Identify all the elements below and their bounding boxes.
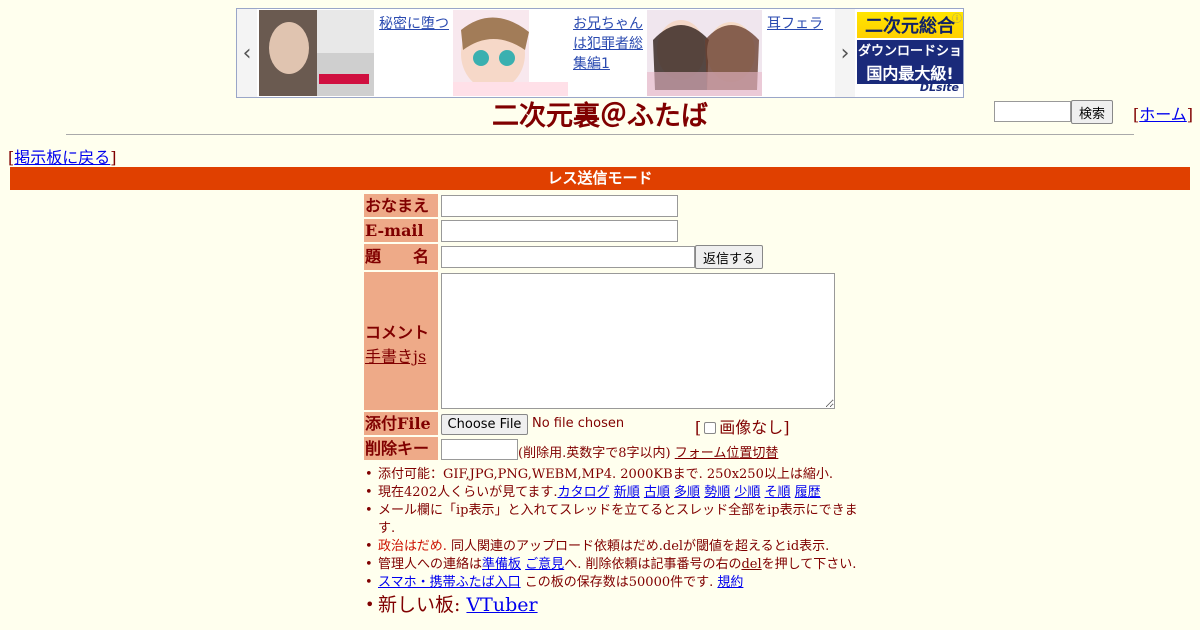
name-label: おなまえ — [364, 194, 438, 217]
file-label: 添付File — [364, 412, 438, 435]
search-input[interactable] — [994, 101, 1071, 122]
no-image-option: [画像なし] — [695, 418, 790, 437]
ad-item-title[interactable]: 耳フェラ — [767, 14, 839, 34]
politics-warning: 政治はだめ. — [378, 539, 447, 554]
del-link[interactable]: del — [741, 557, 761, 572]
logo-brand: DLsite — [919, 81, 959, 94]
reply-mode-bar: レス送信モード — [10, 167, 1190, 190]
sort-few-link[interactable]: 少順 — [734, 485, 760, 500]
logo-line-1: 二次元総合 — [857, 12, 963, 38]
comment-label-cell: コメント 手書きjs — [364, 272, 438, 410]
ad-banner[interactable]: ‹ 秘密に堕つ お兄ちゃんは犯罪者総集編1 耳フェラ › 二次元総合 ダウンロー… — [236, 8, 964, 98]
choose-file-button[interactable]: Choose File — [441, 414, 528, 435]
vtuber-board-link[interactable]: VTuber — [466, 594, 537, 616]
list-item: 新しい板: VTuber — [365, 592, 864, 618]
subject-field[interactable] — [441, 246, 695, 268]
back-link-wrapper: [掲示板に戻る] — [8, 148, 117, 167]
no-image-label: 画像なし — [719, 418, 784, 437]
feedback-link[interactable]: ご意見 — [525, 557, 564, 572]
back-to-board-link[interactable]: 掲示板に戻る — [14, 148, 110, 167]
rules-link[interactable]: 規約 — [717, 575, 743, 590]
divider — [66, 134, 1134, 135]
board-notes: 添付可能：GIF,JPG,PNG,WEBM,MP4. 2000KBまで. 250… — [364, 466, 864, 618]
list-item: 現在4202人くらいが見てます.カタログ 新順 古順 多順 勢順 少順 そ順 履… — [365, 484, 864, 502]
list-item: スマホ・携帯ふたば入口 この板の保存数は50000件です. 規約 — [365, 574, 864, 592]
delkey-label: 削除キー — [364, 437, 438, 460]
file-status: No file chosen — [532, 416, 625, 431]
history-link[interactable]: 履歴 — [795, 485, 821, 500]
ad-item-title[interactable]: お兄ちゃんは犯罪者総集編1 — [573, 14, 645, 74]
delkey-note: (削除用.英数字で8字以内) — [518, 446, 671, 461]
chevron-right-icon[interactable]: › — [835, 9, 855, 97]
delete-key-field[interactable] — [441, 439, 518, 460]
sort-many-link[interactable]: 多順 — [674, 485, 700, 500]
sort-so-link[interactable]: そ順 — [765, 485, 791, 500]
reply-submit-button[interactable]: 返信する — [695, 245, 763, 269]
ad-item-title[interactable]: 秘密に堕つ — [379, 14, 451, 34]
no-image-checkbox[interactable] — [704, 422, 717, 434]
comment-textarea[interactable] — [441, 273, 835, 409]
upload-rule: 同人関連のアップロード依頼はだめ.delが閾値を超えるとid表示. — [446, 539, 830, 554]
list-item: 添付可能：GIF,JPG,PNG,WEBM,MP4. 2000KBまで. 250… — [365, 466, 864, 484]
list-item: メール欄に「ip表示」と入れてスレッドを立てるとスレッド全部をip表示にできます… — [365, 502, 864, 538]
sort-momentum-link[interactable]: 勢順 — [704, 485, 730, 500]
search-button[interactable]: 検索 — [1071, 100, 1113, 124]
mobile-entrance-link[interactable]: スマホ・携帯ふたば入口 — [378, 575, 521, 590]
delkey-note-wrapper: (削除用.英数字で8字以内) フォーム位置切替 — [518, 442, 778, 461]
form-position-toggle-link[interactable]: フォーム位置切替 — [675, 446, 779, 461]
sort-old-link[interactable]: 古順 — [644, 485, 670, 500]
list-item: 政治はだめ. 同人関連のアップロード依頼はだめ.delが閾値を超えるとid表示. — [365, 538, 864, 556]
dlsite-logo[interactable]: 二次元総合 ダウンロードショップ 国内最大級! DLsite ⓘ — [857, 10, 963, 96]
home-link-wrapper: [ホーム] — [1133, 105, 1194, 124]
retention-text: この板の保存数は50000件です. — [520, 575, 714, 590]
ad-thumbnail[interactable] — [647, 10, 762, 96]
name-field[interactable] — [441, 195, 678, 217]
viewer-count: 現在4202人くらいが見てます. — [378, 485, 558, 500]
delete-request-text: へ. 削除依頼は記事番号の右の — [564, 557, 742, 572]
sort-new-link[interactable]: 新順 — [614, 485, 640, 500]
comment-label: コメント — [365, 323, 430, 342]
chevron-left-icon[interactable]: ‹ — [237, 9, 257, 97]
catalog-link[interactable]: カタログ — [558, 485, 610, 500]
contact-text: 管理人への連絡は — [378, 557, 483, 572]
list-item: 管理人への連絡は準備板 ご意見へ. 削除依頼は記事番号の右のdelを押して下さい… — [365, 556, 864, 574]
junbi-board-link[interactable]: 準備板 — [482, 557, 521, 572]
home-link[interactable]: ホーム — [1139, 105, 1187, 124]
tegaki-link[interactable]: 手書きjs — [365, 347, 426, 366]
ad-thumbnail[interactable] — [453, 10, 568, 96]
email-field[interactable] — [441, 220, 678, 242]
email-label: E-mail — [364, 219, 438, 242]
subject-label: 題 名 — [364, 244, 438, 270]
ad-thumbnail[interactable] — [259, 10, 374, 96]
ad-info-icon[interactable]: ⓘ — [952, 10, 962, 25]
new-board-text: 新しい板: — [378, 594, 467, 616]
delete-request-suffix: を押して下さい. — [761, 557, 857, 572]
